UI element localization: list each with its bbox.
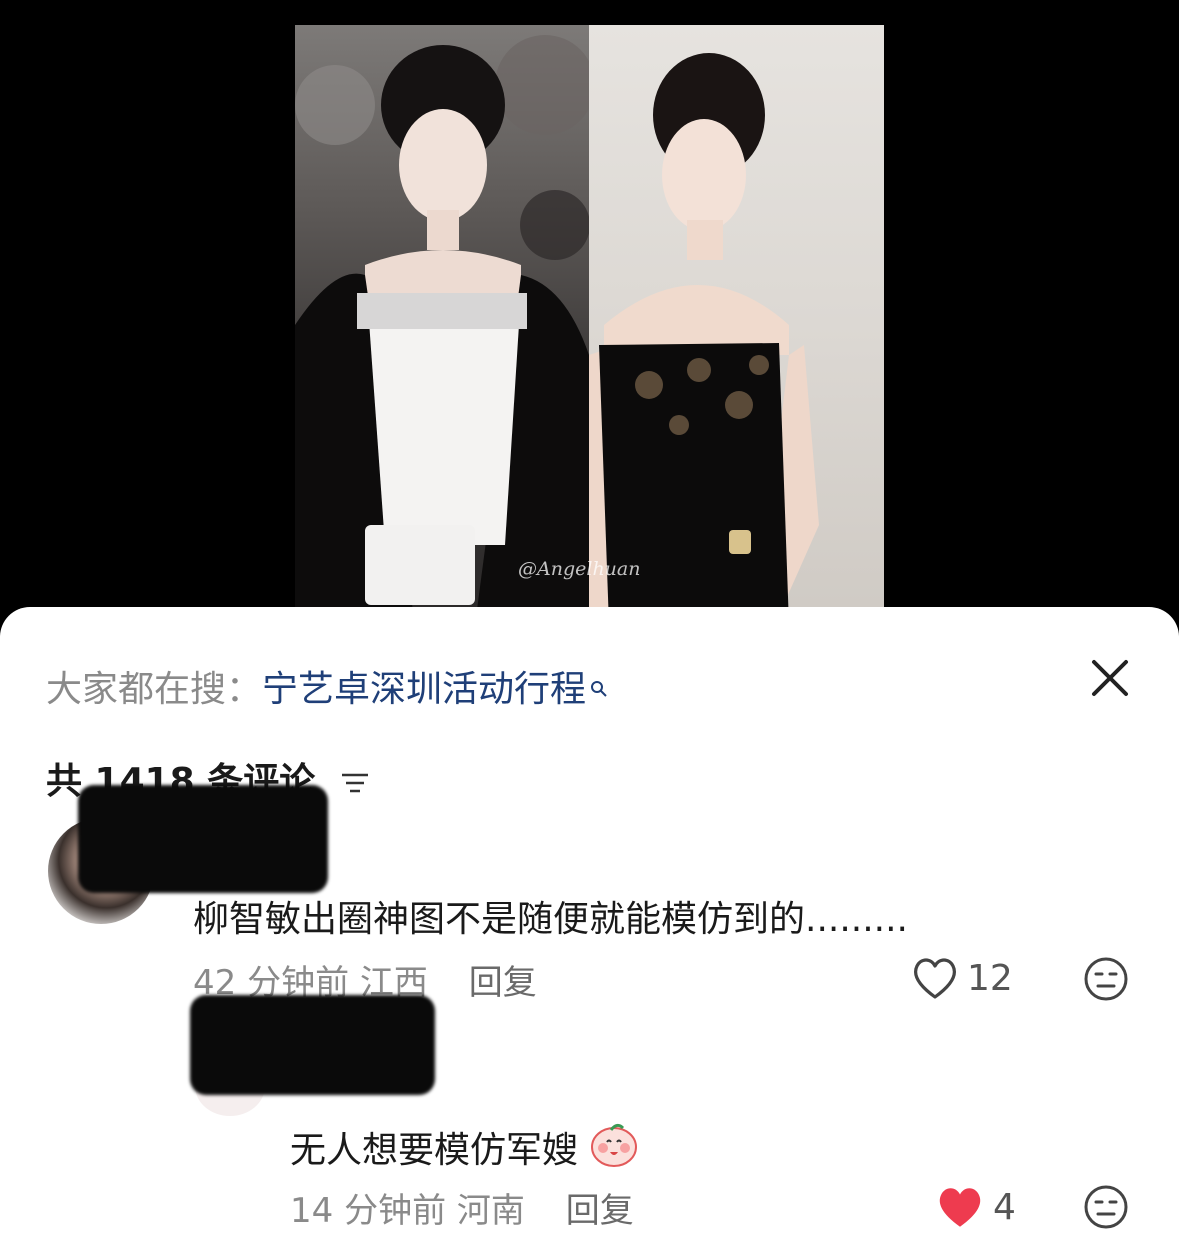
comment-text: 柳智敏出圈神图不是随便就能模仿到的.........	[193, 899, 908, 940]
search-suggestion-term[interactable]: 宁艺卓深圳活动行程	[262, 669, 586, 710]
watermark-text: @Angelhuan	[518, 558, 641, 580]
like-button[interactable]: 4	[935, 1184, 1016, 1230]
reply-button[interactable]: 回复	[566, 1191, 634, 1231]
sort-icon[interactable]	[340, 763, 370, 804]
redaction-mark	[78, 785, 328, 893]
emoji-reaction-button[interactable]	[1083, 1184, 1129, 1234]
like-button[interactable]: 12	[911, 956, 1013, 1000]
search-suggestion[interactable]: 大家都在搜：宁艺卓深圳活动行程	[46, 660, 608, 712]
emoji-reaction-button[interactable]	[1083, 956, 1129, 1006]
comment-location: 河南	[456, 1191, 525, 1231]
like-count: 4	[993, 1186, 1016, 1228]
heart-icon	[914, 958, 956, 999]
comment-text-body: 无人想要模仿军嫂	[290, 1130, 579, 1171]
reply-button[interactable]: 回复	[469, 963, 537, 1003]
redaction-mark	[190, 995, 435, 1095]
heart-filled-icon	[939, 1188, 981, 1227]
close-icon	[1092, 660, 1128, 696]
right-photo	[589, 25, 884, 625]
emoji-icon	[1084, 1185, 1128, 1229]
comment-time: 14 分钟前	[290, 1191, 447, 1231]
search-icon	[590, 666, 608, 707]
left-photo	[295, 25, 589, 625]
video-area[interactable]: @Angelhuan	[0, 0, 1179, 640]
search-suggestion-prefix: 大家都在搜：	[46, 669, 263, 710]
blushing-face-emoji-icon	[591, 1123, 638, 1167]
like-count: 12	[967, 957, 1013, 999]
comment-text: 无人想要模仿军嫂	[290, 1120, 639, 1173]
emoji-icon	[1084, 957, 1128, 1001]
comment-meta: 14 分钟前 河南 回复	[290, 1183, 634, 1232]
close-button[interactable]	[1086, 654, 1134, 702]
